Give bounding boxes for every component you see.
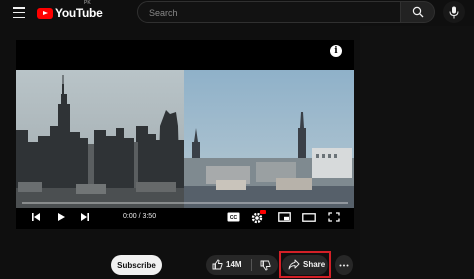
miniplayer-icon [277, 212, 291, 222]
search-box[interactable] [137, 1, 401, 23]
video-frame [16, 70, 354, 208]
dislike-button[interactable] [252, 255, 278, 275]
progress-bar[interactable] [22, 202, 348, 204]
more-actions-button[interactable] [335, 255, 353, 275]
captions-icon: CC [227, 212, 239, 222]
miniplayer-button[interactable] [275, 209, 293, 225]
like-dislike-group: 14M [206, 255, 278, 275]
search-icon [412, 6, 423, 18]
svg-text:CC: CC [229, 215, 237, 221]
next-button[interactable] [77, 209, 93, 225]
logo-text: YouTube [55, 6, 103, 20]
mic-icon [449, 6, 459, 18]
like-button[interactable]: 14M [206, 255, 251, 275]
menu-icon[interactable] [13, 7, 25, 19]
play-icon [58, 213, 65, 221]
region-code: PK [84, 0, 91, 6]
thumbs-up-icon [212, 259, 223, 270]
previous-icon [32, 213, 40, 221]
play-button[interactable] [53, 209, 69, 225]
theater-mode-button[interactable] [300, 209, 318, 225]
youtube-logo[interactable]: YouTube [37, 5, 103, 21]
previous-button[interactable] [28, 209, 44, 225]
captions-button[interactable]: CC [224, 209, 242, 225]
time-display: 0:00 / 3:50 [123, 213, 157, 220]
info-icon[interactable]: i [330, 45, 342, 57]
share-icon [288, 259, 300, 270]
settings-icon [251, 210, 266, 224]
like-count: 14M [226, 260, 242, 269]
youtube-play-icon [37, 7, 53, 19]
voice-search-button[interactable] [443, 1, 465, 23]
search-input[interactable] [147, 6, 391, 20]
fullscreen-button[interactable] [325, 209, 343, 225]
share-label: Share [303, 260, 326, 269]
settings-button[interactable] [249, 209, 267, 225]
more-icon [339, 264, 349, 266]
thumbs-down-icon [260, 260, 270, 271]
video-player[interactable]: i 0:00 / 3:50 CC [16, 40, 354, 229]
subscribe-button[interactable]: Subscribe [111, 255, 162, 275]
player-controls: 0:00 / 3:50 CC [16, 207, 354, 229]
fullscreen-icon [328, 212, 340, 222]
secondary-column [360, 26, 474, 279]
theater-icon [302, 212, 316, 222]
search-button[interactable] [401, 1, 435, 23]
masthead: YouTube PK [0, 0, 474, 26]
next-icon [81, 213, 89, 221]
share-button[interactable]: Share [282, 255, 328, 275]
